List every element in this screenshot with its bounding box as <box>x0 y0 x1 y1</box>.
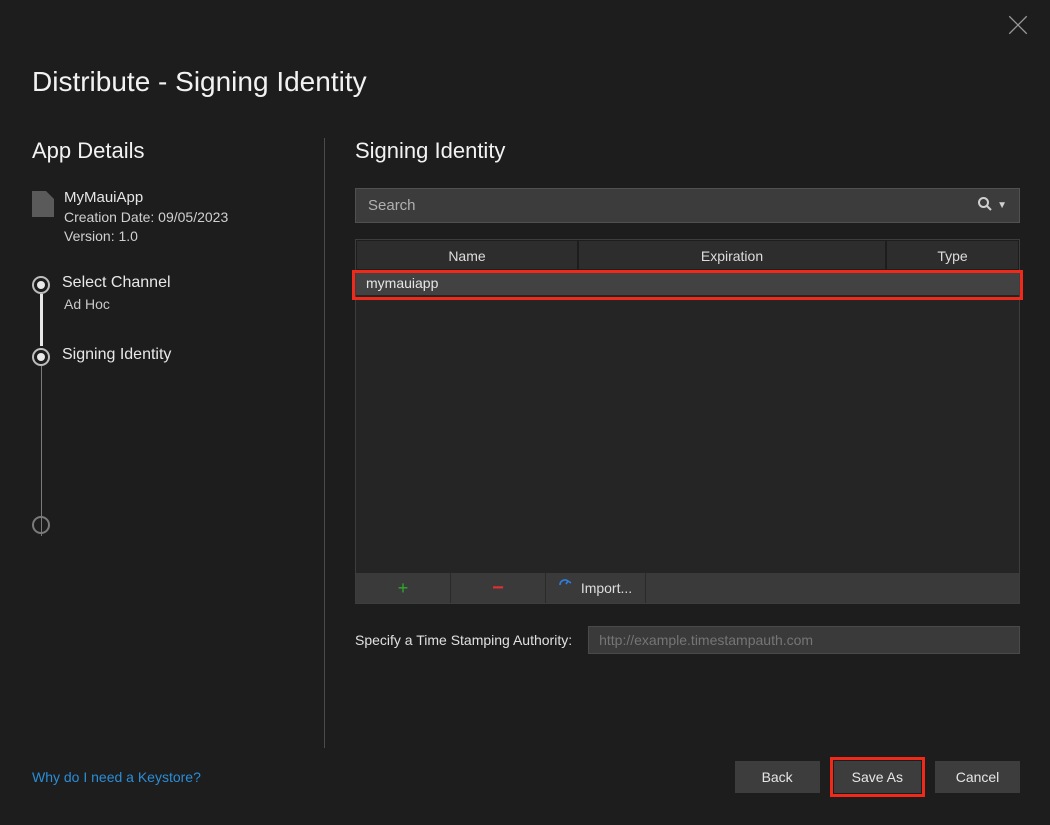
step-dot-filled-icon <box>32 348 50 366</box>
search-input[interactable] <box>368 197 977 214</box>
sidebar-title: App Details <box>32 138 292 164</box>
highlight-save-annotation: Save As <box>830 757 925 797</box>
save-as-button[interactable]: Save As <box>834 761 921 793</box>
app-details: MyMauiApp Creation Date: 09/05/2023 Vers… <box>32 189 292 244</box>
step-signing-identity[interactable]: Signing Identity <box>36 346 292 364</box>
search-icon[interactable] <box>977 196 993 216</box>
col-name[interactable]: Name <box>356 240 578 270</box>
table-header: Name Expiration Type <box>356 240 1019 270</box>
tsa-label: Specify a Time Stamping Authority: <box>355 632 572 648</box>
main-title: Signing Identity <box>355 138 1020 164</box>
table-row[interactable]: mymauiapp <box>356 270 1019 295</box>
search-box[interactable]: ▼ <box>355 188 1020 223</box>
sidebar: App Details MyMauiApp Creation Date: 09/… <box>0 138 325 748</box>
step-dot-filled-icon <box>32 276 50 294</box>
minus-icon: − <box>492 577 504 600</box>
page-title: Distribute - Signing Identity <box>0 0 1050 98</box>
archive-icon <box>32 191 54 217</box>
chevron-down-icon[interactable]: ▼ <box>997 200 1007 211</box>
plus-icon: + <box>398 578 409 599</box>
step-dot-empty-icon <box>32 516 50 534</box>
remove-button[interactable]: − <box>451 573 546 603</box>
import-button[interactable]: Import... <box>546 573 646 603</box>
why-keystore-link[interactable]: Why do I need a Keystore? <box>32 769 201 785</box>
step-sub: Ad Hoc <box>62 296 292 312</box>
import-label: Import... <box>581 580 632 596</box>
col-expiration[interactable]: Expiration <box>578 240 886 270</box>
app-name: MyMauiApp <box>64 189 228 206</box>
app-version: Version: 1.0 <box>64 228 228 244</box>
cancel-button[interactable]: Cancel <box>935 761 1020 793</box>
step-label: Select Channel <box>62 274 292 292</box>
step-select-channel[interactable]: Select Channel Ad Hoc <box>36 274 292 312</box>
step-label: Signing Identity <box>62 346 292 364</box>
app-creation-date: Creation Date: 09/05/2023 <box>64 209 228 225</box>
main-panel: Signing Identity ▼ Name Expiration Type … <box>325 138 1050 748</box>
add-button[interactable]: + <box>356 573 451 603</box>
close-button[interactable] <box>1008 15 1028 35</box>
back-button[interactable]: Back <box>735 761 820 793</box>
cell-name: mymauiapp <box>356 275 578 291</box>
tsa-input[interactable] <box>588 626 1020 654</box>
col-type[interactable]: Type <box>886 240 1019 270</box>
import-icon <box>559 579 575 598</box>
identity-table: Name Expiration Type mymauiapp + − I <box>355 239 1020 604</box>
table-toolbar: + − Import... <box>356 573 1019 603</box>
